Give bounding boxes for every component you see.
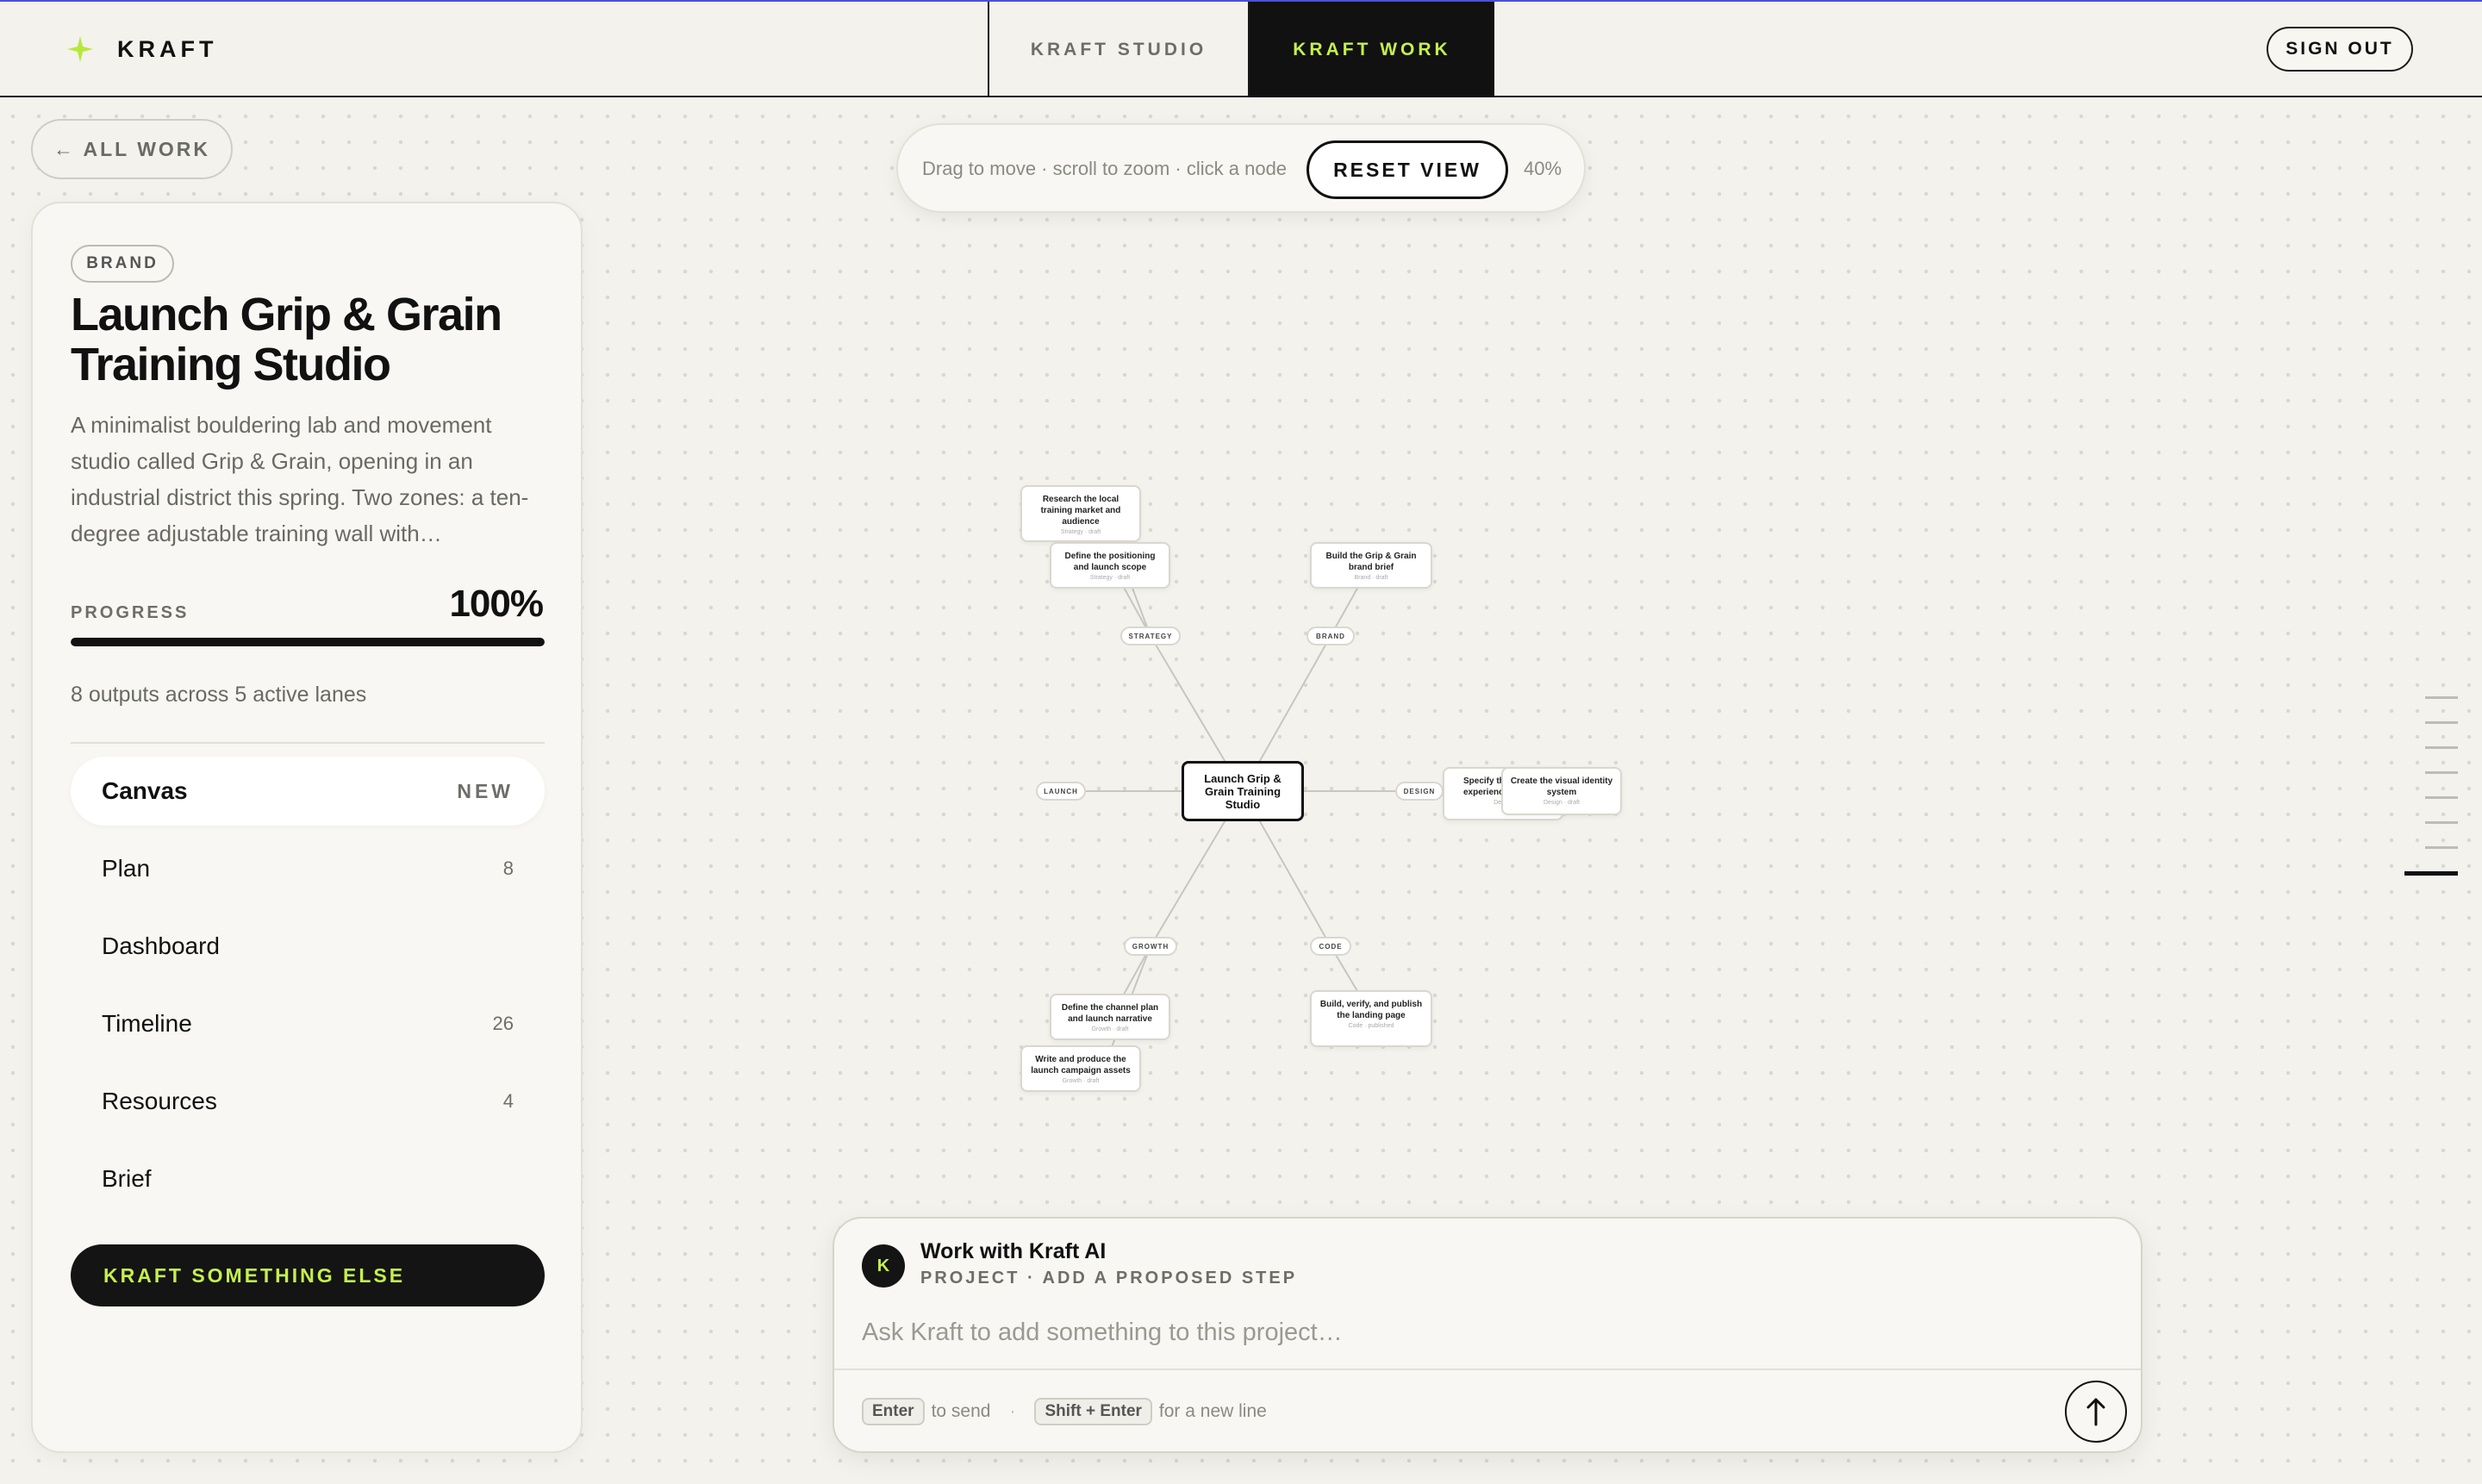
nav-item-resources[interactable]: Resources 4 xyxy=(71,1067,545,1136)
nav-item-label: Resources xyxy=(102,1088,217,1114)
nav-item-label: Timeline xyxy=(102,1010,192,1037)
zoom-level: 40% xyxy=(1524,158,1562,179)
keyboard-hints: Enter to send · Shift + Enter for a new … xyxy=(862,1398,1267,1425)
project-tag: BRAND xyxy=(71,245,174,283)
node-status: Brand · draft xyxy=(1354,575,1388,581)
scroll-tick[interactable] xyxy=(2425,821,2458,824)
node-positioning[interactable]: Define the positioning and launch scope … xyxy=(1050,542,1170,589)
brand-name: KRAFT xyxy=(117,35,218,62)
composer-divider xyxy=(834,1369,2141,1370)
sparkle-logo-icon xyxy=(67,36,93,62)
node-identity[interactable]: Create the visual identity system Design… xyxy=(1501,767,1622,815)
nav-item-count: 26 xyxy=(492,1013,514,1034)
progress-value: 100% xyxy=(449,583,544,625)
scroll-tick[interactable] xyxy=(2425,746,2458,749)
enter-hint: to send xyxy=(931,1401,991,1421)
progress-label: PROGRESS xyxy=(71,603,190,622)
composer-title: Work with Kraft AI xyxy=(920,1239,1107,1263)
nav-item-canvas[interactable]: Canvas NEW xyxy=(71,757,545,826)
scroll-tick-active[interactable] xyxy=(2404,871,2458,876)
mind-map-canvas[interactable]: Research the local training market and a… xyxy=(1008,470,1646,1107)
lane-code[interactable]: CODE xyxy=(1310,937,1351,956)
node-status: Strategy · draft xyxy=(1060,529,1101,535)
reset-view-button[interactable]: RESET VIEW xyxy=(1306,140,1508,199)
node-brand-brief[interactable]: Build the Grip & Grain brand brief Brand… xyxy=(1310,542,1432,589)
node-title: Define the channel plan and launch narra… xyxy=(1061,1003,1159,1024)
hint-separator: · xyxy=(1009,1401,1016,1421)
project-title: Launch Grip & Grain Training Studio xyxy=(71,289,502,390)
node-title: Define the positioning and launch scope xyxy=(1064,552,1156,572)
center-node[interactable]: Launch Grip & Grain Training Studio xyxy=(1182,761,1304,821)
composer-input[interactable] xyxy=(862,1308,2103,1356)
shift-enter-hint: for a new line xyxy=(1158,1401,1267,1421)
nav-item-brief[interactable]: Brief xyxy=(71,1144,545,1213)
node-landing-page[interactable]: Build, verify, and publish the landing p… xyxy=(1310,990,1432,1047)
sign-out-button[interactable]: SIGN OUT xyxy=(2267,27,2413,72)
node-title: Build the Grip & Grain brand brief xyxy=(1325,552,1417,572)
nav-item-label: Canvas xyxy=(102,777,188,804)
all-work-back-button[interactable]: ← ALL WORK xyxy=(31,119,233,179)
node-status: Strategy · draft xyxy=(1089,575,1131,581)
lane-design[interactable]: DESIGN xyxy=(1395,782,1444,801)
progress-bar-fill xyxy=(71,638,545,646)
new-badge: NEW xyxy=(457,779,514,802)
outputs-summary: 8 outputs across 5 active lanes xyxy=(71,683,367,707)
project-description: A minimalist bouldering lab and movement… xyxy=(71,412,529,546)
shift-enter-key: Shift + Enter xyxy=(1034,1398,1152,1425)
section-scroll-indicator[interactable] xyxy=(2404,696,2460,898)
nav-item-timeline[interactable]: Timeline 26 xyxy=(71,989,545,1058)
tab-kraft-studio[interactable]: KRAFT STUDIO xyxy=(988,2,1250,97)
brand[interactable]: KRAFT xyxy=(65,34,217,64)
node-title: Research the local training market and a… xyxy=(1040,495,1121,527)
nav-item-count: 8 xyxy=(502,857,514,879)
tab-kraft-work[interactable]: KRAFT WORK xyxy=(1250,2,1494,97)
scroll-tick[interactable] xyxy=(2425,846,2458,849)
node-status: Growth · draft xyxy=(1062,1078,1100,1084)
node-status: Code · published xyxy=(1348,1023,1394,1029)
scroll-tick[interactable] xyxy=(2425,796,2458,799)
node-channel-plan[interactable]: Define the channel plan and launch narra… xyxy=(1050,994,1170,1040)
node-title: Write and produce the launch campaign as… xyxy=(1031,1055,1131,1076)
lane-brand[interactable]: BRAND xyxy=(1306,627,1355,645)
kraft-something-else-button[interactable]: KRAFT SOMETHING ELSE xyxy=(71,1244,545,1306)
lane-growth[interactable]: GROWTH xyxy=(1124,937,1177,956)
app-header: KRAFT KRAFT STUDIO KRAFT WORK SIGN OUT xyxy=(0,2,2482,97)
scroll-tick[interactable] xyxy=(2425,721,2458,724)
nav-item-plan[interactable]: Plan 8 xyxy=(71,834,545,903)
project-nav: Canvas NEW Plan 8 Dashboard Timeline 26 … xyxy=(71,757,545,1222)
node-status: Design · draft xyxy=(1543,800,1581,806)
enter-key: Enter xyxy=(862,1398,925,1425)
canvas-toolbar: Drag to move · scroll to zoom · click a … xyxy=(896,123,1586,213)
panel-divider xyxy=(71,742,545,744)
kraft-ai-composer: K Work with Kraft AI PROJECT · ADD A PRO… xyxy=(833,1217,2142,1453)
top-tabs: KRAFT STUDIO KRAFT WORK xyxy=(988,2,1494,97)
node-campaign[interactable]: Write and produce the launch campaign as… xyxy=(1020,1045,1141,1092)
canvas-hint: Drag to move · scroll to zoom · click a … xyxy=(922,158,1288,179)
composer-subtitle: PROJECT · ADD A PROPOSED STEP xyxy=(920,1269,1298,1288)
arrow-up-icon xyxy=(2086,1398,2105,1426)
lane-strategy[interactable]: STRATEGY xyxy=(1120,627,1181,645)
node-title: Build, verify, and publish the landing p… xyxy=(1319,1000,1423,1020)
scroll-tick[interactable] xyxy=(2425,771,2458,774)
nav-item-dashboard[interactable]: Dashboard xyxy=(71,912,545,981)
kraft-ai-avatar: K xyxy=(862,1244,905,1288)
scroll-tick[interactable] xyxy=(2425,696,2458,699)
project-panel: BRAND Launch Grip & Grain Training Studi… xyxy=(31,202,583,1453)
nav-item-label: Plan xyxy=(102,855,151,882)
nav-item-label: Brief xyxy=(102,1165,152,1192)
node-research[interactable]: Research the local training market and a… xyxy=(1020,485,1141,542)
send-button[interactable] xyxy=(2065,1381,2127,1443)
nav-item-label: Dashboard xyxy=(102,932,220,959)
progress-bar xyxy=(71,638,545,646)
nav-item-count: 4 xyxy=(502,1090,514,1112)
node-title: Create the visual identity system xyxy=(1510,776,1613,797)
lane-launch[interactable]: LAUNCH xyxy=(1036,782,1086,801)
node-status: Growth · draft xyxy=(1091,1026,1129,1032)
